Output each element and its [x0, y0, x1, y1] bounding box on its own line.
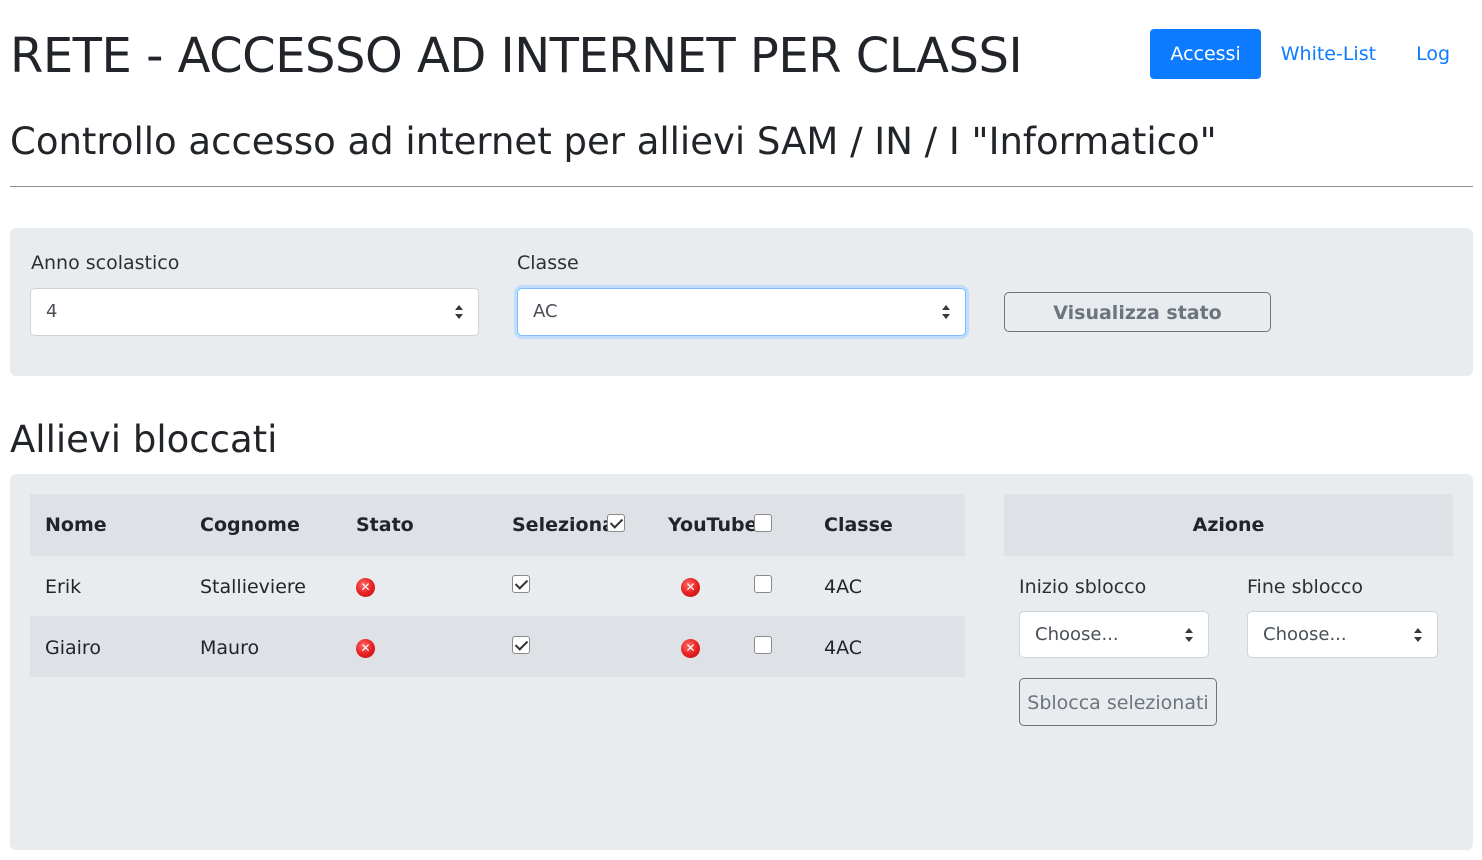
visualizza-stato-button[interactable]: Visualizza stato — [1004, 292, 1271, 332]
col-stato: Stato — [356, 514, 414, 536]
row-1-nome: Erik — [45, 576, 82, 598]
classe-label: Classe — [517, 252, 579, 274]
classe-value: AC — [533, 301, 558, 322]
blocked-icon: ✕ — [356, 639, 375, 658]
blocked-icon: ✕ — [681, 639, 700, 658]
col-cognome: Cognome — [200, 514, 300, 536]
fine-sblocco-select[interactable]: Choose... — [1247, 611, 1438, 658]
row-2-select-checkbox[interactable] — [512, 636, 530, 654]
row-1-classe: 4AC — [824, 576, 863, 598]
select-arrows-icon — [455, 305, 464, 319]
anno-value: 4 — [46, 301, 58, 322]
row-2-classe: 4AC — [824, 637, 863, 659]
row-2-youtube-checkbox[interactable] — [754, 636, 772, 654]
youtube-all-checkbox[interactable] — [754, 514, 772, 532]
blocked-icon: ✕ — [681, 578, 700, 597]
col-classe: Classe — [824, 514, 893, 536]
azione-header: Azione — [1004, 494, 1453, 556]
divider — [10, 186, 1473, 187]
inizio-sblocco-select[interactable]: Choose... — [1019, 611, 1209, 658]
fine-sblocco-label: Fine sblocco — [1247, 576, 1363, 598]
top-nav: Accessi White-List Log — [1150, 29, 1470, 79]
blocked-icon: ✕ — [356, 578, 375, 597]
anno-label: Anno scolastico — [31, 252, 180, 274]
anno-select[interactable]: 4 — [30, 288, 479, 336]
col-seleziona: Seleziona — [512, 514, 615, 536]
classe-select[interactable]: AC — [517, 288, 966, 336]
select-arrows-icon — [942, 305, 951, 319]
select-arrows-icon — [1185, 627, 1194, 642]
nav-accessi[interactable]: Accessi — [1150, 29, 1261, 79]
sblocca-selezionati-button[interactable]: Sblocca selezionati — [1019, 678, 1217, 726]
nav-white-list[interactable]: White-List — [1261, 29, 1396, 79]
col-nome: Nome — [45, 514, 107, 536]
row-1-select-checkbox[interactable] — [512, 575, 530, 593]
row-1-cognome: Stallieviere — [200, 576, 306, 598]
select-arrows-icon — [1414, 627, 1423, 642]
row-1-youtube-checkbox[interactable] — [754, 575, 772, 593]
filter-panel: Anno scolastico 4 Classe AC Visualizza s… — [10, 228, 1473, 376]
row-2-nome: Giairo — [45, 637, 101, 659]
blocked-panel: Nome Cognome Stato Seleziona YouTube Cla… — [10, 474, 1473, 850]
page-title: RETE - ACCESSO AD INTERNET PER CLASSI — [10, 28, 1023, 84]
inizio-sblocco-value: Choose... — [1035, 624, 1119, 645]
fine-sblocco-value: Choose... — [1263, 624, 1347, 645]
col-youtube: YouTube — [668, 514, 758, 536]
inizio-sblocco-label: Inizio sblocco — [1019, 576, 1147, 598]
select-all-checkbox[interactable] — [607, 514, 625, 532]
page-subtitle: Controllo accesso ad internet per alliev… — [10, 120, 1217, 163]
row-2-cognome: Mauro — [200, 637, 260, 659]
nav-log[interactable]: Log — [1396, 29, 1470, 79]
blocked-heading: Allievi bloccati — [10, 418, 278, 461]
